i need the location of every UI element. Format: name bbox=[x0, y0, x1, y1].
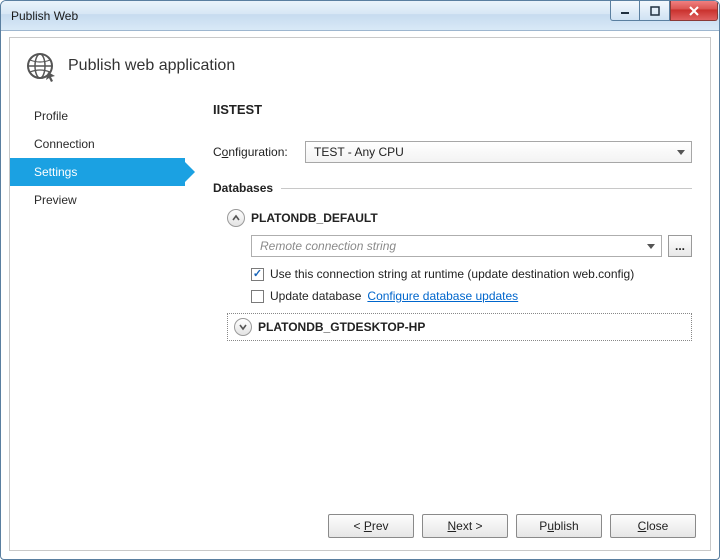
use-runtime-row: Use this connection string at runtime (u… bbox=[251, 267, 692, 281]
configuration-row: Configuration: TEST - Any CPU bbox=[213, 141, 692, 163]
databases-section-header: Databases bbox=[213, 181, 692, 195]
db2-name: PLATONDB_GTDESKTOP-HP bbox=[258, 320, 425, 334]
title-bar: Publish Web bbox=[1, 1, 719, 31]
db1-name: PLATONDB_DEFAULT bbox=[251, 211, 378, 225]
window-controls bbox=[610, 1, 718, 21]
client-area: Publish web application Profile Connecti… bbox=[9, 37, 711, 551]
update-database-checkbox[interactable] bbox=[251, 290, 264, 303]
publish-button[interactable]: Publish bbox=[516, 514, 602, 538]
database-entry-expanded: PLATONDB_DEFAULT Remote connection strin… bbox=[227, 209, 692, 303]
connection-string-combo[interactable]: Remote connection string bbox=[251, 235, 662, 257]
db1-expander[interactable]: PLATONDB_DEFAULT bbox=[227, 209, 692, 227]
close-button[interactable]: Close bbox=[610, 514, 696, 538]
sidebar-item-settings[interactable]: Settings bbox=[10, 158, 185, 186]
publish-web-dialog: Publish Web bbox=[0, 0, 720, 560]
use-runtime-label: Use this connection string at runtime (u… bbox=[270, 267, 634, 281]
sidebar-item-profile[interactable]: Profile bbox=[10, 102, 185, 130]
chevron-down-icon bbox=[677, 150, 685, 155]
profile-name: IISTEST bbox=[213, 102, 692, 117]
globe-publish-icon bbox=[24, 50, 56, 82]
connection-string-browse-button[interactable]: ... bbox=[668, 235, 692, 257]
dialog-title: Publish web application bbox=[68, 57, 235, 75]
sidebar-item-connection[interactable]: Connection bbox=[10, 130, 185, 158]
sidebar-item-preview[interactable]: Preview bbox=[10, 186, 185, 214]
use-runtime-checkbox[interactable] bbox=[251, 268, 264, 281]
dialog-header: Publish web application bbox=[10, 38, 710, 100]
collapse-icon bbox=[227, 209, 245, 227]
wizard-sidebar: Profile Connection Settings Preview bbox=[10, 98, 185, 500]
database-entry-collapsed[interactable]: PLATONDB_GTDESKTOP-HP bbox=[227, 313, 692, 341]
minimize-button[interactable] bbox=[610, 1, 640, 21]
divider bbox=[281, 188, 692, 189]
window-title: Publish Web bbox=[11, 9, 78, 23]
maximize-button[interactable] bbox=[640, 1, 670, 21]
update-database-label: Update database bbox=[270, 289, 361, 303]
configure-database-updates-link[interactable]: Configure database updates bbox=[367, 289, 518, 303]
configuration-select[interactable]: TEST - Any CPU bbox=[305, 141, 692, 163]
settings-pane: IISTEST Configuration: TEST - Any CPU Da… bbox=[185, 98, 710, 500]
expand-icon bbox=[234, 318, 252, 336]
configuration-value: TEST - Any CPU bbox=[314, 145, 404, 159]
next-button[interactable]: Next > bbox=[422, 514, 508, 538]
connection-string-placeholder: Remote connection string bbox=[260, 239, 396, 253]
prev-button[interactable]: < Prev bbox=[328, 514, 414, 538]
chevron-down-icon bbox=[647, 244, 655, 249]
update-database-row: Update database Configure database updat… bbox=[251, 289, 692, 303]
window-close-button[interactable] bbox=[670, 1, 718, 21]
wizard-footer: < Prev Next > Publish Close bbox=[10, 502, 710, 550]
configuration-label: Configuration: bbox=[213, 145, 305, 159]
